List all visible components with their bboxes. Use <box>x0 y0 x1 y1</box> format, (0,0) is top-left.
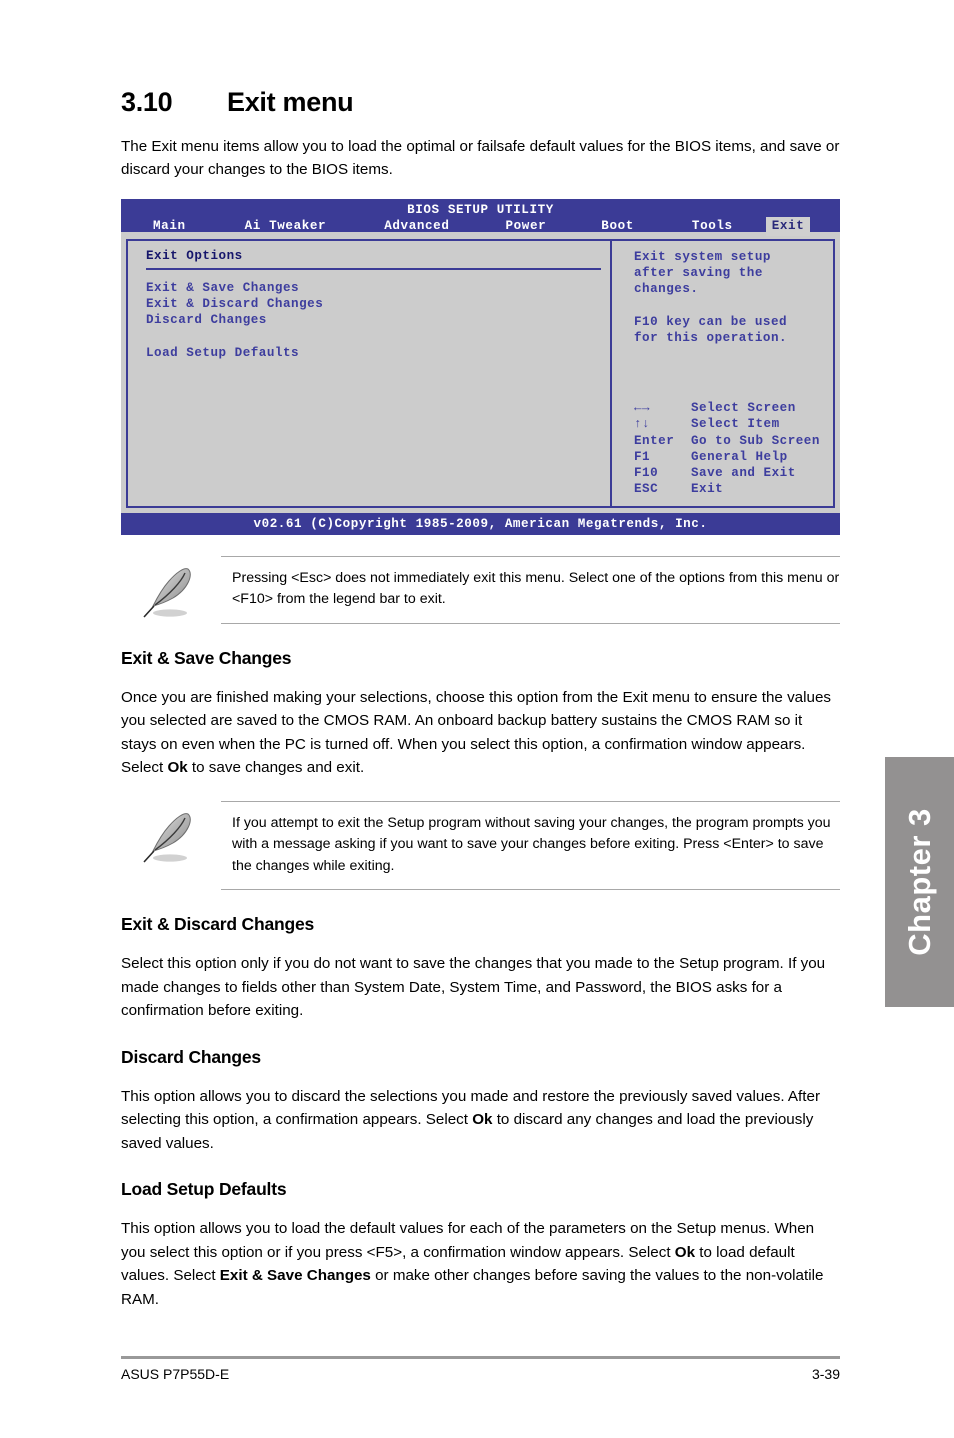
chapter-side-tab: Chapter 3 <box>885 757 954 1007</box>
note-callout: If you attempt to exit the Setup program… <box>121 800 840 891</box>
bios-legend: ←→ Select Screen ↑↓ Select Item Enter Go… <box>634 400 820 498</box>
note-text: Pressing <Esc> does not immediately exit… <box>232 569 840 608</box>
note-pen-icon <box>121 801 221 869</box>
legend-row: F1 General Help <box>634 449 820 465</box>
bios-menu-item-exit-save[interactable]: Exit & Save Changes <box>146 280 610 296</box>
heading-exit-discard-changes: Exit & Discard Changes <box>121 914 315 935</box>
bios-header: BIOS SETUP UTILITY Main Ai Tweaker Advan… <box>121 198 840 236</box>
legend-action-general-help: General Help <box>691 449 788 464</box>
section-number: 3.10 <box>121 87 173 117</box>
paragraph-exit-discard-changes: Select this option only if you do not wa… <box>121 955 826 1020</box>
bios-help-text-1: Exit system setup after saving the chang… <box>634 249 771 297</box>
bios-help-panel: Exit system setup after saving the chang… <box>610 238 835 508</box>
bios-title: BIOS SETUP UTILITY <box>407 202 554 217</box>
legend-action-exit: Exit <box>691 482 724 497</box>
footer-divider <box>121 1356 840 1359</box>
bios-tab-power[interactable]: Power <box>499 217 552 236</box>
legend-key-esc: ESC <box>634 482 659 497</box>
heading-load-setup-defaults: Load Setup Defaults <box>121 1179 287 1200</box>
bios-tab-advanced[interactable]: Advanced <box>378 217 455 236</box>
bios-body: Exit Options Exit & Save Changes Exit & … <box>121 231 840 513</box>
bold-exit-save-changes: Exit & Save Changes <box>219 1267 371 1285</box>
heading-exit-save-changes: Exit & Save Changes <box>121 647 292 668</box>
legend-row: ←→ Select Screen <box>634 400 820 416</box>
legend-key-arrows-ud: ↑↓ <box>634 417 651 432</box>
bios-tab-tools[interactable]: Tools <box>686 217 739 236</box>
bios-menu-item-discard[interactable]: Discard Changes <box>146 312 610 328</box>
bios-left-panel: Exit Options Exit & Save Changes Exit & … <box>126 238 610 508</box>
note-pen-icon <box>121 556 221 624</box>
paragraph-exit-save-changes: Once you are finished making your select… <box>121 669 840 780</box>
intro-paragraph: The Exit menu items allow you to load th… <box>121 137 840 179</box>
document-page: Chapter 3 3.10 Exit menu The Exit menu it… <box>0 0 954 1438</box>
footer-product-name: ASUS P7P55D-E <box>121 1366 230 1382</box>
content-column: 3.10 Exit menu The Exit menu items allow … <box>121 0 840 1311</box>
bios-help-text-2: F10 key can be used for this operation. <box>634 314 788 345</box>
legend-key-f10: F10 <box>634 466 659 481</box>
paragraph-discard-changes: This option allows you to discard the se… <box>121 1068 840 1156</box>
legend-action-go-to-sub-screen: Go to Sub Screen <box>691 433 820 448</box>
bios-menu-item-load-defaults[interactable]: Load Setup Defaults <box>146 345 610 361</box>
page-title: 3.10 Exit menu <box>121 0 840 118</box>
bios-tab-exit[interactable]: Exit <box>765 216 811 236</box>
paragraph-load-setup-defaults: This option allows you to load the defau… <box>121 1200 840 1311</box>
bold-ok: Ok <box>167 759 188 777</box>
legend-action-save-and-exit: Save and Exit <box>691 466 796 481</box>
heading-discard-changes: Discard Changes <box>121 1046 261 1067</box>
bios-copyright-bar: v02.61 (C)Copyright 1985-2009, American … <box>121 512 840 535</box>
bios-tab-bar: Main Ai Tweaker Advanced Power Boot Tool… <box>121 216 840 236</box>
bios-tab-ai-tweaker[interactable]: Ai Tweaker <box>239 217 333 236</box>
bios-left-panel-heading: Exit Options <box>146 249 601 270</box>
legend-row: ↑↓ Select Item <box>634 416 820 432</box>
legend-action-select-screen: Select Screen <box>691 400 796 415</box>
bios-tab-boot[interactable]: Boot <box>595 217 640 236</box>
legend-key-arrows-lr: ←→ <box>634 400 651 415</box>
note-text-box: If you attempt to exit the Setup program… <box>221 800 840 891</box>
bold-ok: Ok <box>674 1243 696 1261</box>
bios-setup-screen: BIOS SETUP UTILITY Main Ai Tweaker Advan… <box>121 198 840 535</box>
bios-menu-item-exit-discard[interactable]: Exit & Discard Changes <box>146 296 610 312</box>
legend-row: Enter Go to Sub Screen <box>634 433 820 449</box>
bios-tab-main[interactable]: Main <box>147 217 192 236</box>
legend-key-enter: Enter <box>634 433 675 448</box>
legend-row: F10 Save and Exit <box>634 465 820 481</box>
legend-action-select-item: Select Item <box>691 417 780 432</box>
note-text: If you attempt to exit the Setup program… <box>232 814 831 874</box>
text-part-c: to save changes and exit. <box>187 759 365 777</box>
chapter-tab-label: Chapter 3 <box>901 808 937 956</box>
bold-ok: Ok <box>472 1111 493 1129</box>
note-text-box: Pressing <Esc> does not immediately exit… <box>221 555 840 624</box>
note-callout: Pressing <Esc> does not immediately exit… <box>121 555 840 624</box>
legend-key-f1: F1 <box>634 449 651 464</box>
legend-row: ESC Exit <box>634 481 820 497</box>
section-title-text: Exit menu <box>227 87 354 117</box>
footer-page-number: 3-39 <box>811 1366 840 1382</box>
